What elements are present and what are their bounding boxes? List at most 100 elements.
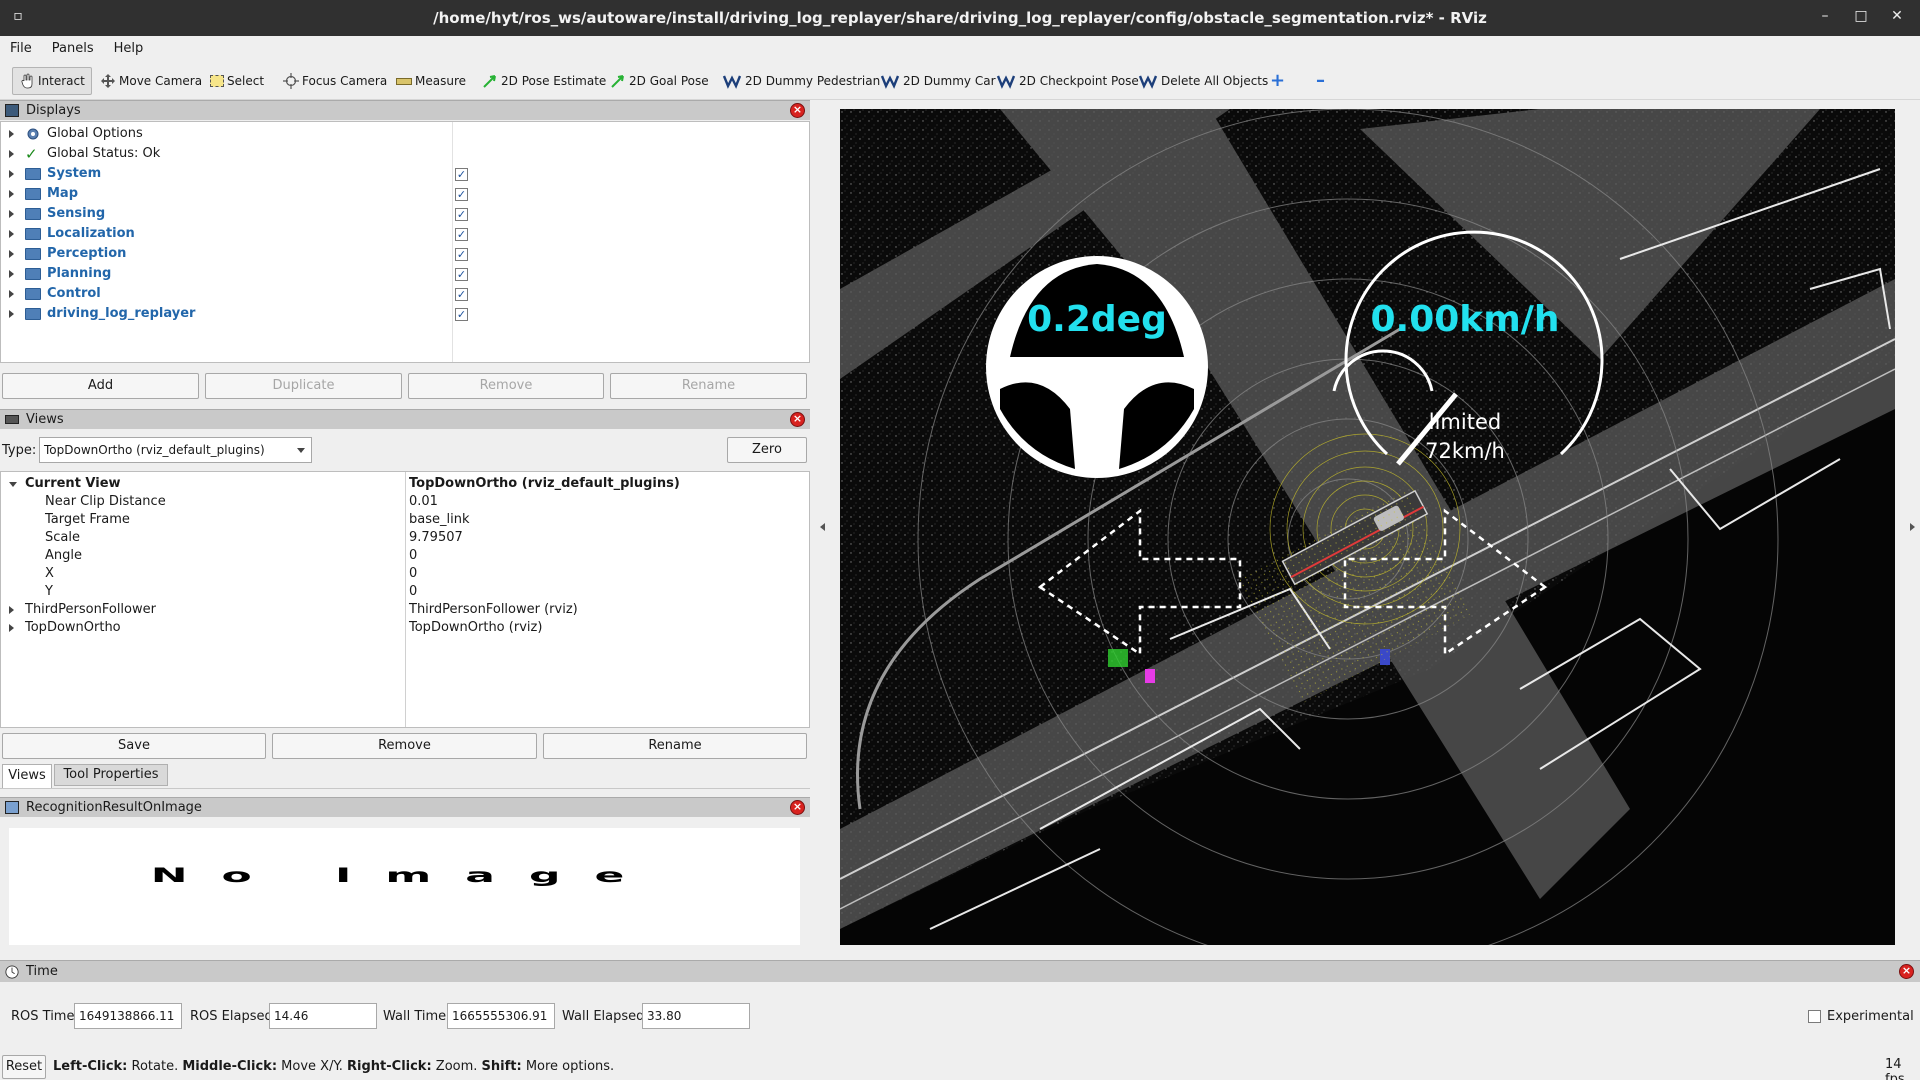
view-property-value[interactable]: TopDownOrtho (rviz) — [409, 619, 542, 637]
view-property-value[interactable]: ThirdPersonFollower (rviz) — [409, 601, 578, 619]
displays-close-icon[interactable]: × — [790, 103, 805, 118]
image-panel-close-icon[interactable]: × — [790, 800, 805, 815]
expand-arrow-icon[interactable] — [9, 270, 14, 278]
view-property-value[interactable]: 0.01 — [409, 493, 438, 511]
display-enabled-checkbox[interactable]: ✓ — [455, 268, 468, 281]
ros-time-field[interactable]: 1649138866.11 — [74, 1003, 182, 1029]
add-tool-button[interactable]: + — [1264, 67, 1291, 95]
view-property-row[interactable]: Scale 9.79507 — [1, 529, 809, 547]
display-item-planning[interactable]: Planning ✓ — [1, 264, 809, 284]
view-property-row[interactable]: Current View TopDownOrtho (rviz_default_p… — [1, 475, 809, 493]
displays-title: Displays — [26, 103, 81, 118]
checkpoint-pose-tool[interactable]: 2D Checkpoint Pose — [990, 67, 1145, 95]
move-camera-tool[interactable]: Move Camera — [94, 67, 208, 95]
view-property-value[interactable]: 0 — [409, 547, 417, 565]
expand-arrow-icon[interactable] — [9, 230, 14, 238]
display-item-perception[interactable]: Perception ✓ — [1, 244, 809, 264]
delete-all-objects-tool[interactable]: Delete All Objects — [1132, 67, 1274, 95]
display-enabled-checkbox[interactable]: ✓ — [455, 188, 468, 201]
display-enabled-checkbox[interactable]: ✓ — [455, 228, 468, 241]
rename-display-button[interactable]: Rename — [610, 373, 807, 399]
expand-arrow-icon[interactable] — [9, 624, 14, 632]
focus-camera-tool[interactable]: Focus Camera — [277, 67, 393, 95]
view-property-row[interactable]: TopDownOrtho TopDownOrtho (rviz) — [1, 619, 809, 637]
scene-render[interactable] — [840, 109, 1895, 945]
expand-arrow-icon[interactable] — [9, 130, 14, 138]
minimize-button[interactable]: – — [1815, 8, 1835, 28]
display-enabled-checkbox[interactable]: ✓ — [455, 248, 468, 261]
view-type-select[interactable]: TopDownOrtho (rviz_default_plugins) — [39, 437, 312, 463]
expand-arrow-icon[interactable] — [9, 170, 14, 178]
view-property-value[interactable]: 0 — [409, 565, 417, 583]
view-property-row[interactable]: X0 — [1, 565, 809, 583]
right-splitter-arrow-icon[interactable] — [1910, 523, 1915, 531]
select-tool[interactable]: Select — [204, 67, 270, 95]
reset-button[interactable]: Reset — [2, 1055, 46, 1079]
time-panel-close-icon[interactable]: × — [1899, 964, 1914, 979]
view-property-row[interactable]: Y0 — [1, 583, 809, 601]
goal-pose-tool[interactable]: 2D Goal Pose — [604, 67, 715, 95]
display-enabled-checkbox[interactable]: ✓ — [455, 288, 468, 301]
display-item-map[interactable]: Map ✓ — [1, 184, 809, 204]
display-enabled-checkbox[interactable]: ✓ — [455, 308, 468, 321]
wall-time-field[interactable]: 1665555306.91 — [447, 1003, 555, 1029]
expand-arrow-icon[interactable] — [9, 190, 14, 198]
display-item-driving-log-replayer[interactable]: driving_log_replayer ✓ — [1, 304, 809, 324]
display-enabled-checkbox[interactable]: ✓ — [455, 168, 468, 181]
view-property-value[interactable]: 0 — [409, 583, 417, 601]
experimental-label: Experimental — [1827, 1009, 1914, 1024]
folder-icon — [25, 168, 41, 180]
left-splitter-arrow-icon[interactable] — [820, 523, 825, 531]
interact-tool[interactable]: Interact — [12, 67, 92, 95]
maximize-button[interactable]: □ — [1851, 8, 1871, 28]
display-item-global-options[interactable]: Global Options — [1, 124, 809, 144]
tabs-divider — [0, 788, 810, 789]
expand-arrow-icon[interactable] — [9, 210, 14, 218]
display-item-sensing[interactable]: Sensing ✓ — [1, 204, 809, 224]
expand-arrow-icon[interactable] — [9, 310, 14, 318]
display-item-control[interactable]: Control ✓ — [1, 284, 809, 304]
detected-object-green — [1108, 649, 1128, 667]
add-display-button[interactable]: Add — [2, 373, 199, 399]
view-property-row[interactable]: Near Clip Distance 0.01 — [1, 493, 809, 511]
displays-panel-header: Displays × — [0, 100, 810, 120]
pose-estimate-tool[interactable]: 2D Pose Estimate — [476, 67, 612, 95]
dummy-pedestrian-tool[interactable]: 2D Dummy Pedestrian — [716, 67, 886, 95]
expand-arrow-icon[interactable] — [9, 150, 14, 158]
save-view-button[interactable]: Save — [2, 733, 266, 759]
remove-tool-button[interactable]: – — [1310, 67, 1331, 95]
detected-object-magenta — [1145, 669, 1155, 683]
duplicate-display-button[interactable]: Duplicate — [205, 373, 402, 399]
zero-view-button[interactable]: Zero — [727, 437, 807, 463]
render-viewport[interactable]: 0.2deg 0.00km/h limited 72km/h — [840, 109, 1895, 945]
expand-arrow-icon[interactable] — [9, 290, 14, 298]
display-item-system[interactable]: System ✓ — [1, 164, 809, 184]
display-item-global-status[interactable]: ✓ Global Status: Ok — [1, 144, 809, 164]
display-item-localization[interactable]: Localization ✓ — [1, 224, 809, 244]
close-button[interactable]: ✕ — [1887, 8, 1907, 28]
remove-display-button[interactable]: Remove — [408, 373, 604, 399]
expand-arrow-icon[interactable] — [9, 606, 14, 614]
collapse-arrow-icon[interactable] — [9, 482, 17, 487]
rename-view-button[interactable]: Rename — [543, 733, 807, 759]
view-property-row[interactable]: Angle 0 — [1, 547, 809, 565]
view-property-value[interactable]: TopDownOrtho (rviz_default_plugins) — [409, 475, 680, 493]
measure-tool[interactable]: Measure — [390, 67, 472, 95]
view-property-row[interactable]: Target Frame base_link — [1, 511, 809, 529]
menu-file[interactable]: File — [0, 36, 42, 56]
tab-tool-properties[interactable]: Tool Properties — [54, 764, 168, 786]
view-property-row[interactable]: ThirdPersonFollower ThirdPersonFollower (… — [1, 601, 809, 619]
ros-elapsed-field[interactable]: 14.46 — [269, 1003, 377, 1029]
wall-elapsed-field[interactable]: 33.80 — [642, 1003, 750, 1029]
view-property-value[interactable]: base_link — [409, 511, 469, 529]
views-close-icon[interactable]: × — [790, 412, 805, 427]
menu-help[interactable]: Help — [104, 36, 154, 56]
display-enabled-checkbox[interactable]: ✓ — [455, 208, 468, 221]
view-property-value[interactable]: 9.79507 — [409, 529, 463, 547]
expand-arrow-icon[interactable] — [9, 250, 14, 258]
menu-panels[interactable]: Panels — [42, 36, 104, 56]
tab-views[interactable]: Views — [2, 764, 52, 788]
dummy-car-tool[interactable]: 2D Dummy Car — [874, 67, 1002, 95]
experimental-checkbox[interactable] — [1808, 1010, 1821, 1023]
remove-view-button[interactable]: Remove — [272, 733, 537, 759]
